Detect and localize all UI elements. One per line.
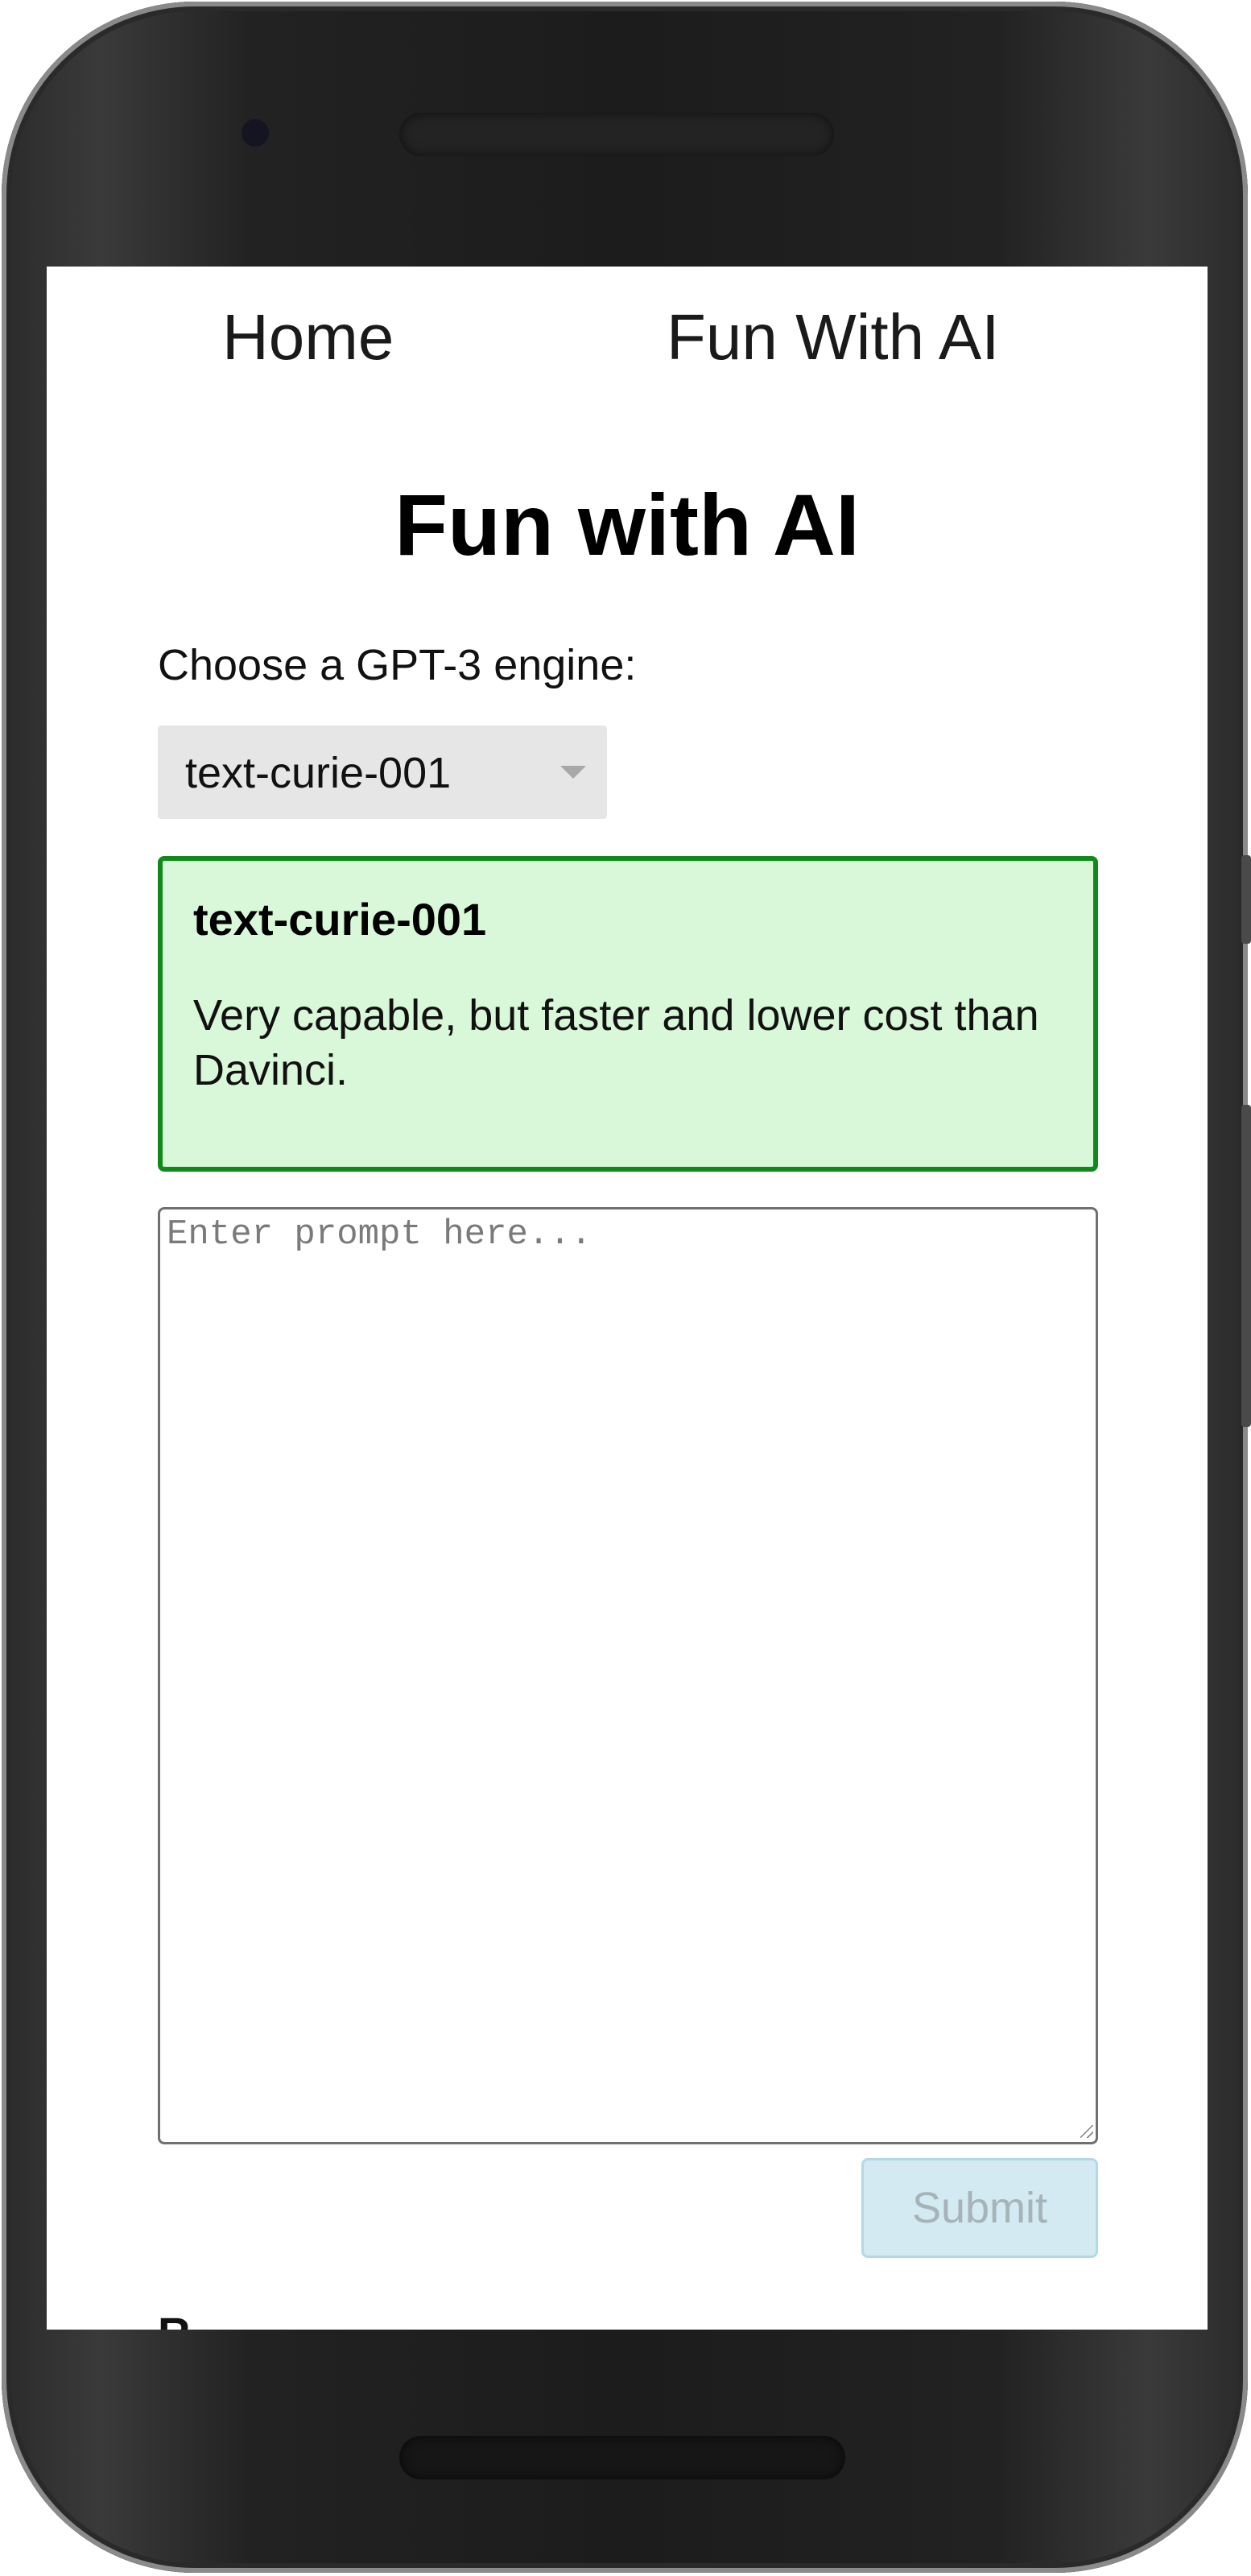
- phone-frame: Home Fun With AI Fun with AI Choose a GP…: [2, 2, 1251, 2573]
- side-button: [1241, 855, 1251, 944]
- top-nav: Home Fun With AI: [47, 267, 1208, 411]
- nav-fun-with-ai-link[interactable]: Fun With AI: [667, 300, 999, 374]
- engine-select[interactable]: text-curie-001: [158, 726, 607, 819]
- engine-info-title: text-curie-001: [193, 894, 487, 945]
- chevron-down-icon: [560, 766, 586, 779]
- prompt-input[interactable]: [158, 1207, 1098, 2144]
- app-screen: Home Fun With AI Fun with AI Choose a GP…: [47, 267, 1208, 2330]
- bottom-speaker: [399, 2436, 845, 2479]
- front-camera: [242, 119, 269, 147]
- engine-select-label: Choose a GPT-3 engine:: [158, 641, 637, 689]
- page-title: Fun with AI: [394, 476, 860, 573]
- responses-heading: R: [158, 2307, 190, 2330]
- engine-select-value: text-curie-001: [185, 749, 452, 797]
- textarea-resize-handle[interactable]: [1080, 2125, 1093, 2138]
- submit-button[interactable]: Submit: [861, 2158, 1098, 2258]
- earpiece-speaker: [399, 113, 834, 156]
- engine-info-description: Very capable, but faster and lower cost …: [193, 991, 1039, 1094]
- side-button: [1241, 1105, 1251, 1427]
- nav-home-link[interactable]: Home: [222, 300, 394, 374]
- engine-info-box: text-curie-001 Very capable, but faster …: [158, 856, 1098, 1172]
